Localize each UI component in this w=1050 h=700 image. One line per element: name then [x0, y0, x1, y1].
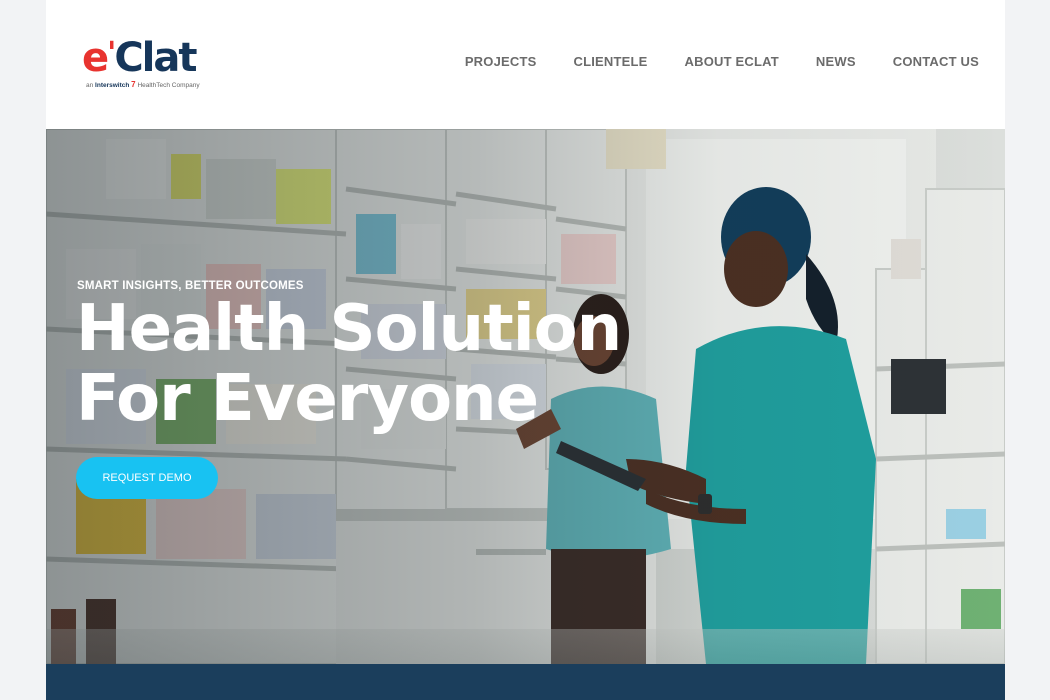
nav-projects[interactable]: PROJECTS [465, 54, 537, 69]
eclat-logo[interactable]: e'Clat an Interswitch 7 HealthTech Compa… [82, 36, 222, 96]
logo-tag-suffix: HealthTech Company [137, 82, 200, 89]
main-nav: PROJECTS CLIENTELE ABOUT ECLAT NEWS CONT… [465, 54, 979, 69]
nav-clientele[interactable]: CLIENTELE [573, 54, 647, 69]
hero-section: SMART INSIGHTS, BETTER OUTCOMES Health S… [46, 129, 1005, 664]
logo-clat: Clat [114, 35, 197, 81]
hero-eyebrow: SMART INSIGHTS, BETTER OUTCOMES [77, 280, 304, 292]
logo-e: e [82, 35, 109, 81]
logo-wordmark: e'Clat [82, 35, 198, 84]
request-demo-button[interactable]: REQUEST DEMO [76, 457, 218, 499]
page: e'Clat an Interswitch 7 HealthTech Compa… [46, 0, 1005, 700]
nav-news[interactable]: NEWS [816, 54, 856, 69]
nav-contact-us[interactable]: CONTACT US [893, 54, 979, 69]
nav-about-eclat[interactable]: ABOUT ECLAT [685, 54, 779, 69]
logo-apostrophe: ' [107, 36, 116, 71]
logo-tag-brand: Interswitch [95, 82, 130, 89]
hero-headline-line-1: Health Solution [76, 292, 622, 366]
interswitch-mark-icon: 7 [131, 80, 136, 89]
logo-tagline: an Interswitch 7 HealthTech Company [86, 80, 200, 89]
site-header: e'Clat an Interswitch 7 HealthTech Compa… [46, 0, 1005, 129]
hero-headline: Health Solution For Everyone [76, 294, 636, 434]
hero-headline-line-2: For Everyone [76, 362, 539, 436]
logo-tag-prefix: an [86, 82, 94, 89]
footer-band [46, 664, 1005, 700]
